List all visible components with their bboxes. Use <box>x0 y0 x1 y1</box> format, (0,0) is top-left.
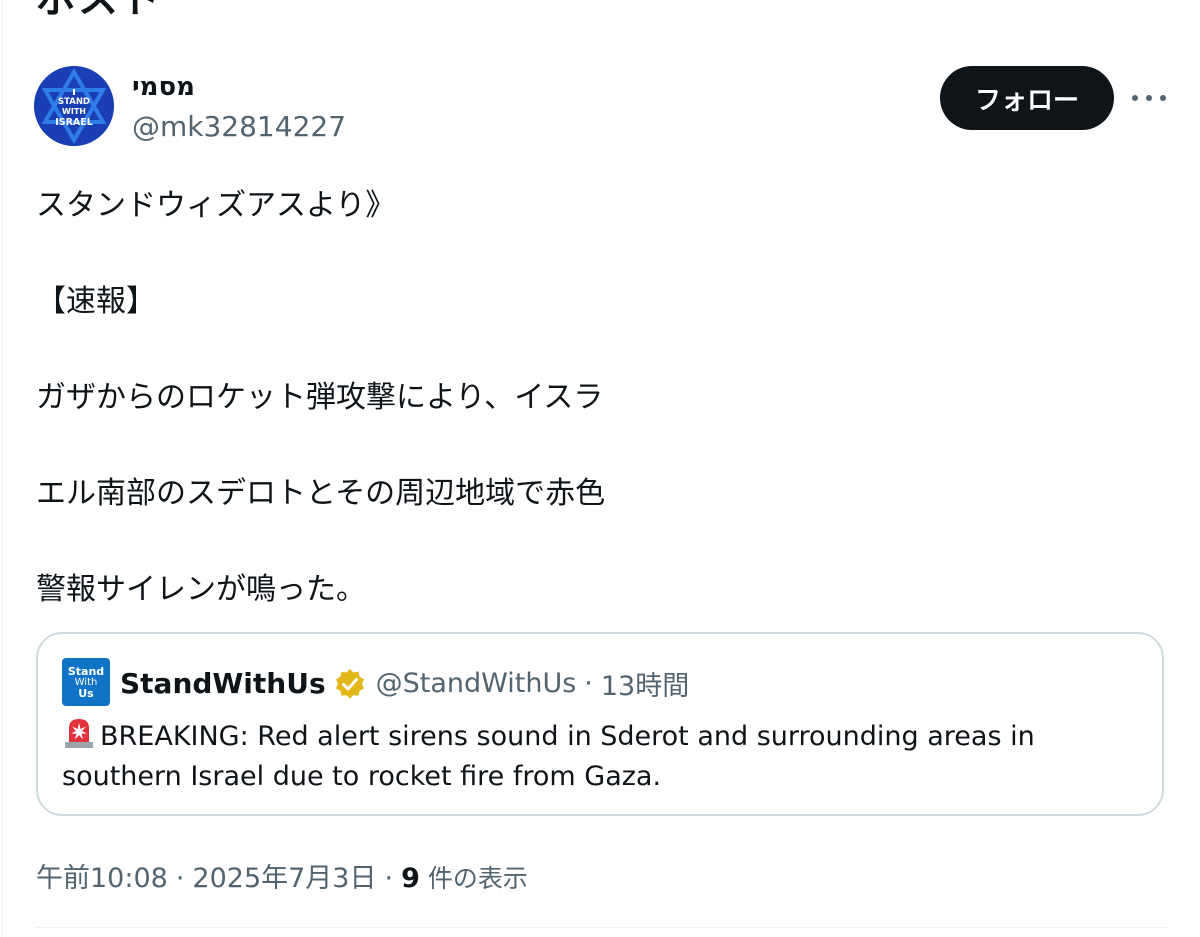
tweet-date[interactable]: 2025年7月3日 <box>192 856 376 895</box>
tweet-text-line: エル南部のスデロトとその周辺地域で赤色 <box>36 476 606 511</box>
quoted-avatar-text-3: Us <box>78 686 94 700</box>
quoted-author-avatar[interactable]: Stand With Us <box>62 658 110 706</box>
views-label: 件の表示 <box>427 864 528 893</box>
tweet-text-line: 警報サイレンが鳴った。 <box>36 572 366 607</box>
tweet-time[interactable]: 午前10:08 <box>36 856 168 895</box>
star-of-david-icon: STAND WITH ISRAEL <box>34 66 114 146</box>
separator-dot: · <box>384 863 394 894</box>
quoted-timestamp[interactable]: 13時間 <box>601 664 689 703</box>
follow-button[interactable]: フォロー <box>940 66 1114 130</box>
more-horizontal-icon[interactable] <box>1132 88 1166 108</box>
tweet-text-line: スタンドウィズアスより》 <box>36 188 396 223</box>
quoted-tweet-body: BREAKING: Red alert sirens sound in Sder… <box>62 716 1138 797</box>
page-title: ポスト <box>36 0 162 24</box>
quoted-tweet-header: StandWithUs @StandWithUs · 13時間 <box>120 664 689 703</box>
quoted-avatar-text-2: With <box>74 676 98 688</box>
quoted-avatar-text-1: Stand <box>67 664 105 678</box>
more-dot <box>1146 95 1152 101</box>
tweet-text-line: 【速報】 <box>36 284 156 319</box>
separator-dot: · <box>175 863 185 894</box>
tweet-meta: 午前10:08 · 2025年7月3日 · 9 件の表示 <box>36 856 528 895</box>
more-dot <box>1160 95 1166 101</box>
avatar-text-3: ISRAEL <box>55 117 93 128</box>
separator-dot: · <box>584 668 593 699</box>
author-name[interactable]: מסמי <box>132 72 195 102</box>
quoted-tweet-card[interactable]: Stand With Us StandWithUs @StandWithUs ·… <box>36 632 1164 816</box>
verified-badge-icon <box>335 668 364 699</box>
more-dot <box>1132 95 1138 101</box>
quoted-author-name[interactable]: StandWithUs <box>120 667 326 700</box>
tweet-text-line: ガザからのロケット弾攻撃により、イスラ <box>36 380 604 415</box>
views-count: 9 <box>401 863 420 894</box>
author-handle[interactable]: @mk32814227 <box>132 110 346 143</box>
avatar-text-1: STAND <box>58 97 90 107</box>
police-light-icon <box>65 719 93 748</box>
quoted-tweet-text: BREAKING: Red alert sirens sound in Sder… <box>62 721 1035 792</box>
divider <box>36 927 1168 928</box>
tweet-author-row: STAND WITH ISRAEL מסמי @mk32814227 フォロー <box>34 66 1200 150</box>
left-border <box>2 0 3 937</box>
author-avatar[interactable]: STAND WITH ISRAEL <box>34 66 114 146</box>
quoted-author-handle[interactable]: @StandWithUs <box>376 668 577 699</box>
avatar-text-2: WITH <box>62 107 86 116</box>
